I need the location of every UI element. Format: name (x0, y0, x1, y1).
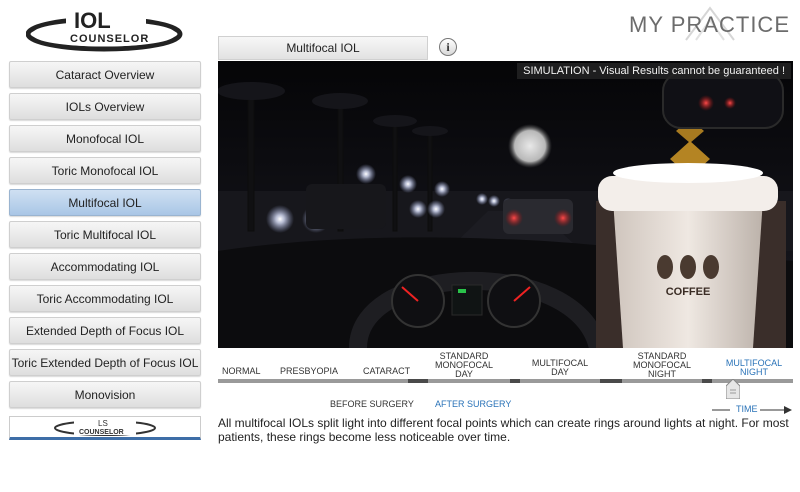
timeline-stage-multifocal-night[interactable]: MULTIFOCAL NIGHT (720, 359, 788, 377)
simulation-disclaimer-banner: SIMULATION - Visual Results cannot be gu… (517, 63, 791, 79)
timeline-track-segment (428, 379, 510, 383)
sidebar-item-accommodating-iol[interactable]: Accommodating IOL (9, 253, 201, 280)
page-title: Multifocal IOL (218, 36, 428, 60)
timeline-stage-normal[interactable]: NORMAL (222, 367, 261, 376)
timeline-stage-cataract[interactable]: CATARACT (363, 367, 410, 376)
simulation-view: COFFEE SIMULATION - Visual Results canno… (218, 61, 793, 348)
sidebar-item-cataract-overview[interactable]: Cataract Overview (9, 61, 201, 88)
sidebar-item-toric-monofocal-iol[interactable]: Toric Monofocal IOL (9, 157, 201, 184)
timeline-divider (408, 379, 428, 383)
svg-text:COUNSELOR: COUNSELOR (70, 33, 149, 45)
sidebar-item-iols-overview[interactable]: IOLs Overview (9, 93, 201, 120)
timeline-divider (600, 379, 622, 383)
after-surgery-label[interactable]: AFTER SURGERY (435, 399, 511, 409)
timeline-divider (510, 379, 520, 383)
ls-counselor-logo-button[interactable]: LS COUNSELOR (9, 416, 201, 440)
description-text: All multifocal IOLs split light into dif… (218, 416, 789, 444)
timeline-track-segment (520, 379, 600, 383)
before-surgery-label[interactable]: BEFORE SURGERY (330, 399, 414, 409)
timeline-track-segment (712, 379, 793, 383)
timeline-slider-handle[interactable] (726, 379, 740, 399)
timeline-track-segment (622, 379, 702, 383)
timeline-stage-multifocal-day[interactable]: MULTIFOCAL DAY (527, 359, 593, 377)
svg-text:COUNSELOR: COUNSELOR (79, 429, 124, 436)
brand-text: MY PRACTICE (629, 12, 790, 37)
sidebar-item-toric-multifocal-iol[interactable]: Toric Multifocal IOL (9, 221, 201, 248)
night-driving-scene: COFFEE (218, 61, 793, 348)
ls-counselor-logo: LS COUNSELOR (54, 418, 156, 436)
timeline-divider (702, 379, 712, 383)
svg-text:LS: LS (98, 419, 108, 428)
my-practice-logo: MY PRACTICE (629, 6, 790, 42)
iol-counselor-logo: IOL COUNSELOR (25, 6, 186, 52)
info-icon: i (446, 39, 450, 54)
timeline-stage-presbyopia[interactable]: PRESBYOPIA (280, 367, 338, 376)
svg-text:IOL: IOL (74, 8, 111, 33)
sidebar-item-extended-depth-of-focus-iol[interactable]: Extended Depth of Focus IOL (9, 317, 201, 344)
surgery-timeline[interactable]: NORMAL PRESBYOPIA CATARACT STANDARD MONO… (218, 348, 793, 399)
sidebar-item-toric-extended-depth-of-focus-iol[interactable]: Toric Extended Depth of Focus IOL (9, 349, 201, 376)
info-button[interactable]: i (439, 38, 457, 56)
time-label: TIME (736, 404, 758, 414)
sidebar-item-monofocal-iol[interactable]: Monofocal IOL (9, 125, 201, 152)
coffee-cup-label: COFFEE (666, 286, 711, 298)
sidebar-menu: Cataract Overview IOLs Overview Monofoca… (9, 61, 201, 413)
sidebar-item-monovision[interactable]: Monovision (9, 381, 201, 408)
sidebar-item-multifocal-iol[interactable]: Multifocal IOL (9, 189, 201, 216)
timeline-track-before (218, 379, 408, 383)
timeline-stage-standard-monofocal-day[interactable]: STANDARD MONOFOCAL DAY (434, 352, 494, 379)
timeline-stage-standard-monofocal-night[interactable]: STANDARD MONOFOCAL NIGHT (628, 352, 696, 379)
sidebar-item-toric-accommodating-iol[interactable]: Toric Accommodating IOL (9, 285, 201, 312)
